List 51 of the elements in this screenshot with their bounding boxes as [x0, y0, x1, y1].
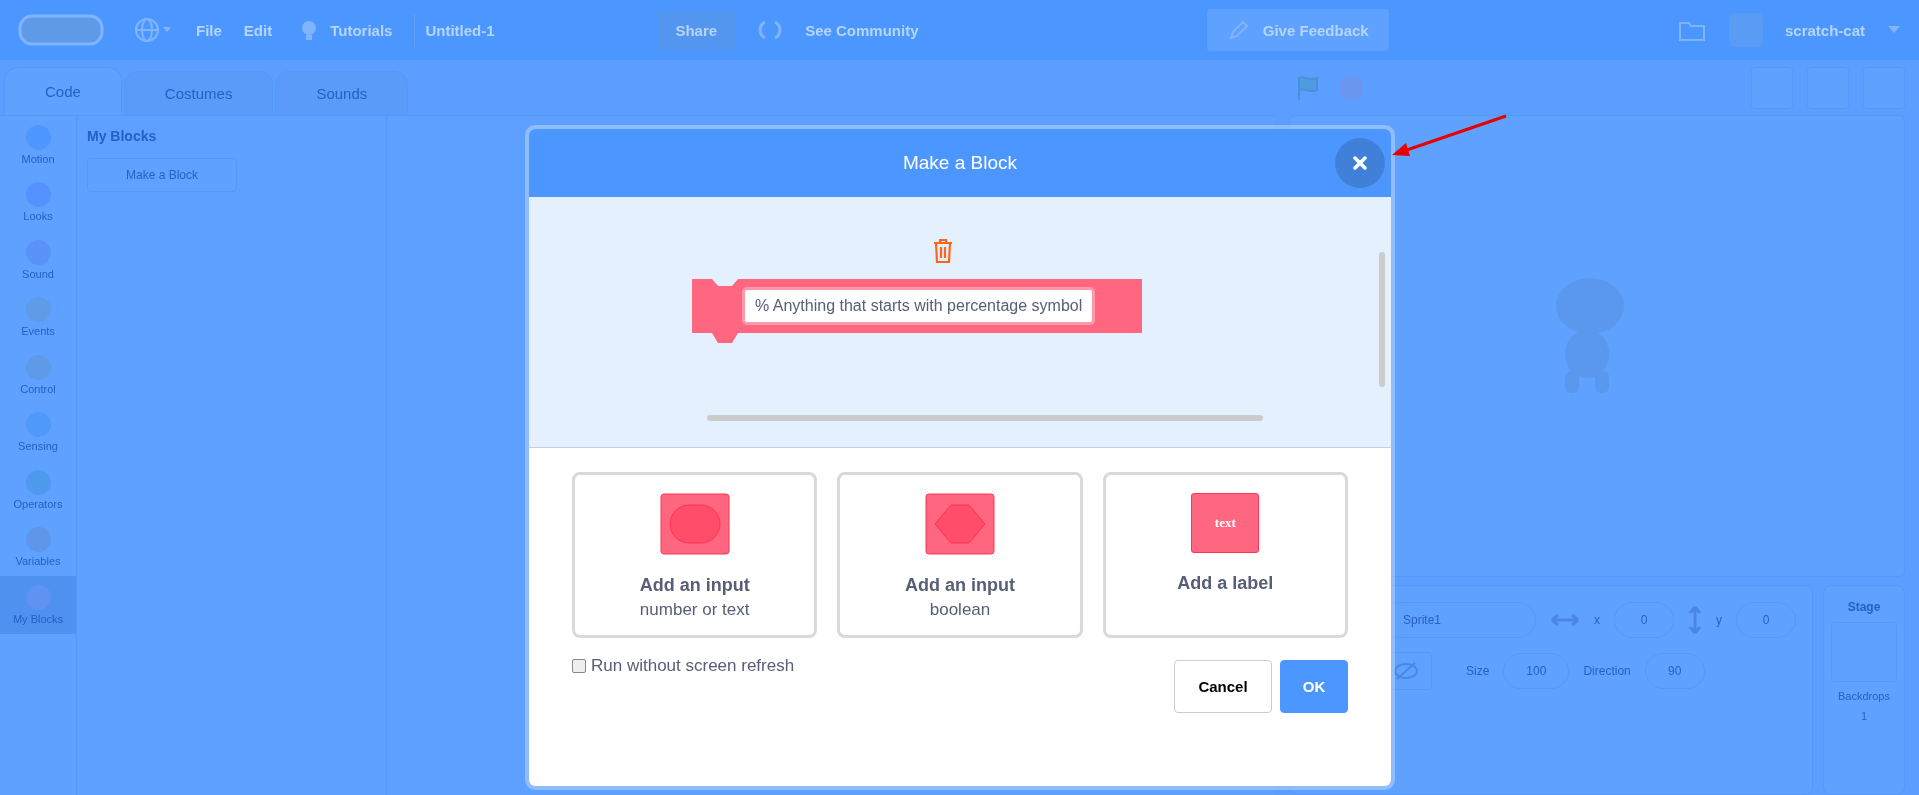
- menu-item[interactable]: See Community: [805, 21, 919, 39]
- option-card[interactable]: Add an input number or text: [572, 472, 818, 638]
- backdrops-count: 1: [1860, 710, 1868, 722]
- caret-icon[interactable]: [1887, 25, 1901, 35]
- stage-selector-title: Stage: [1847, 600, 1881, 614]
- menu-item[interactable]: File: [196, 21, 222, 39]
- globe-icon[interactable]: [134, 15, 174, 45]
- share-button[interactable]: Share: [657, 10, 736, 50]
- category-item[interactable]: Motion: [0, 116, 76, 174]
- ok-button[interactable]: OK: [1280, 660, 1348, 713]
- editor-tab[interactable]: Costumes: [123, 71, 274, 115]
- checkbox[interactable]: [572, 659, 586, 673]
- give-feedback-button[interactable]: Give Feedback: [1206, 9, 1389, 51]
- size-label: Size: [1466, 664, 1490, 678]
- category-item[interactable]: Operators: [0, 461, 76, 519]
- close-icon: [1352, 155, 1368, 171]
- backdrops-label: Backdrops: [1838, 690, 1890, 702]
- category-item[interactable]: Events: [0, 288, 76, 346]
- logo-icon[interactable]: [18, 13, 104, 47]
- x-label: x: [1594, 613, 1600, 627]
- menu-item[interactable]: Edit: [243, 21, 273, 39]
- username[interactable]: scratch-cat: [1784, 21, 1865, 39]
- vertical-scrollbar[interactable]: [1379, 252, 1385, 387]
- dialog-title: Make a Block: [902, 152, 1017, 174]
- category-item[interactable]: Sensing: [0, 403, 76, 461]
- round-input-icon: [659, 493, 730, 555]
- option-card[interactable]: text Add a label: [1102, 472, 1348, 638]
- category-item[interactable]: Looks: [0, 173, 76, 231]
- y-label: y: [1716, 613, 1722, 627]
- block-name-field[interactable]: % Anything that starts with percentage symbol: [742, 287, 1096, 325]
- close-button[interactable]: [1335, 138, 1385, 188]
- horizontal-scrollbar[interactable]: [707, 415, 1263, 421]
- pencil-icon: [1226, 18, 1251, 42]
- project-title-field[interactable]: Untitled-1: [414, 13, 636, 47]
- editor-tab[interactable]: Code: [4, 67, 122, 115]
- make-a-block-button[interactable]: Make a Block: [87, 158, 237, 192]
- category-item[interactable]: Variables: [0, 518, 76, 576]
- palette-heading: My Blocks: [87, 128, 158, 144]
- text-label-icon: text: [1191, 493, 1260, 553]
- menu-item[interactable]: Tutorials: [330, 21, 393, 39]
- eye-slash-icon: [1393, 661, 1419, 681]
- vertical-arrow-icon: [1688, 605, 1702, 635]
- trash-icon[interactable]: [931, 238, 955, 264]
- horizontal-arrow-icon: [1550, 613, 1580, 627]
- editor-tab[interactable]: Sounds: [275, 71, 409, 115]
- option-card[interactable]: Add an input boolean: [837, 472, 1083, 638]
- direction-label: Direction: [1583, 664, 1631, 678]
- category-item[interactable]: Control: [0, 346, 76, 404]
- hexagon-input-icon: [925, 493, 995, 555]
- category-item[interactable]: Sound: [0, 231, 76, 289]
- cancel-button[interactable]: Cancel: [1174, 660, 1272, 713]
